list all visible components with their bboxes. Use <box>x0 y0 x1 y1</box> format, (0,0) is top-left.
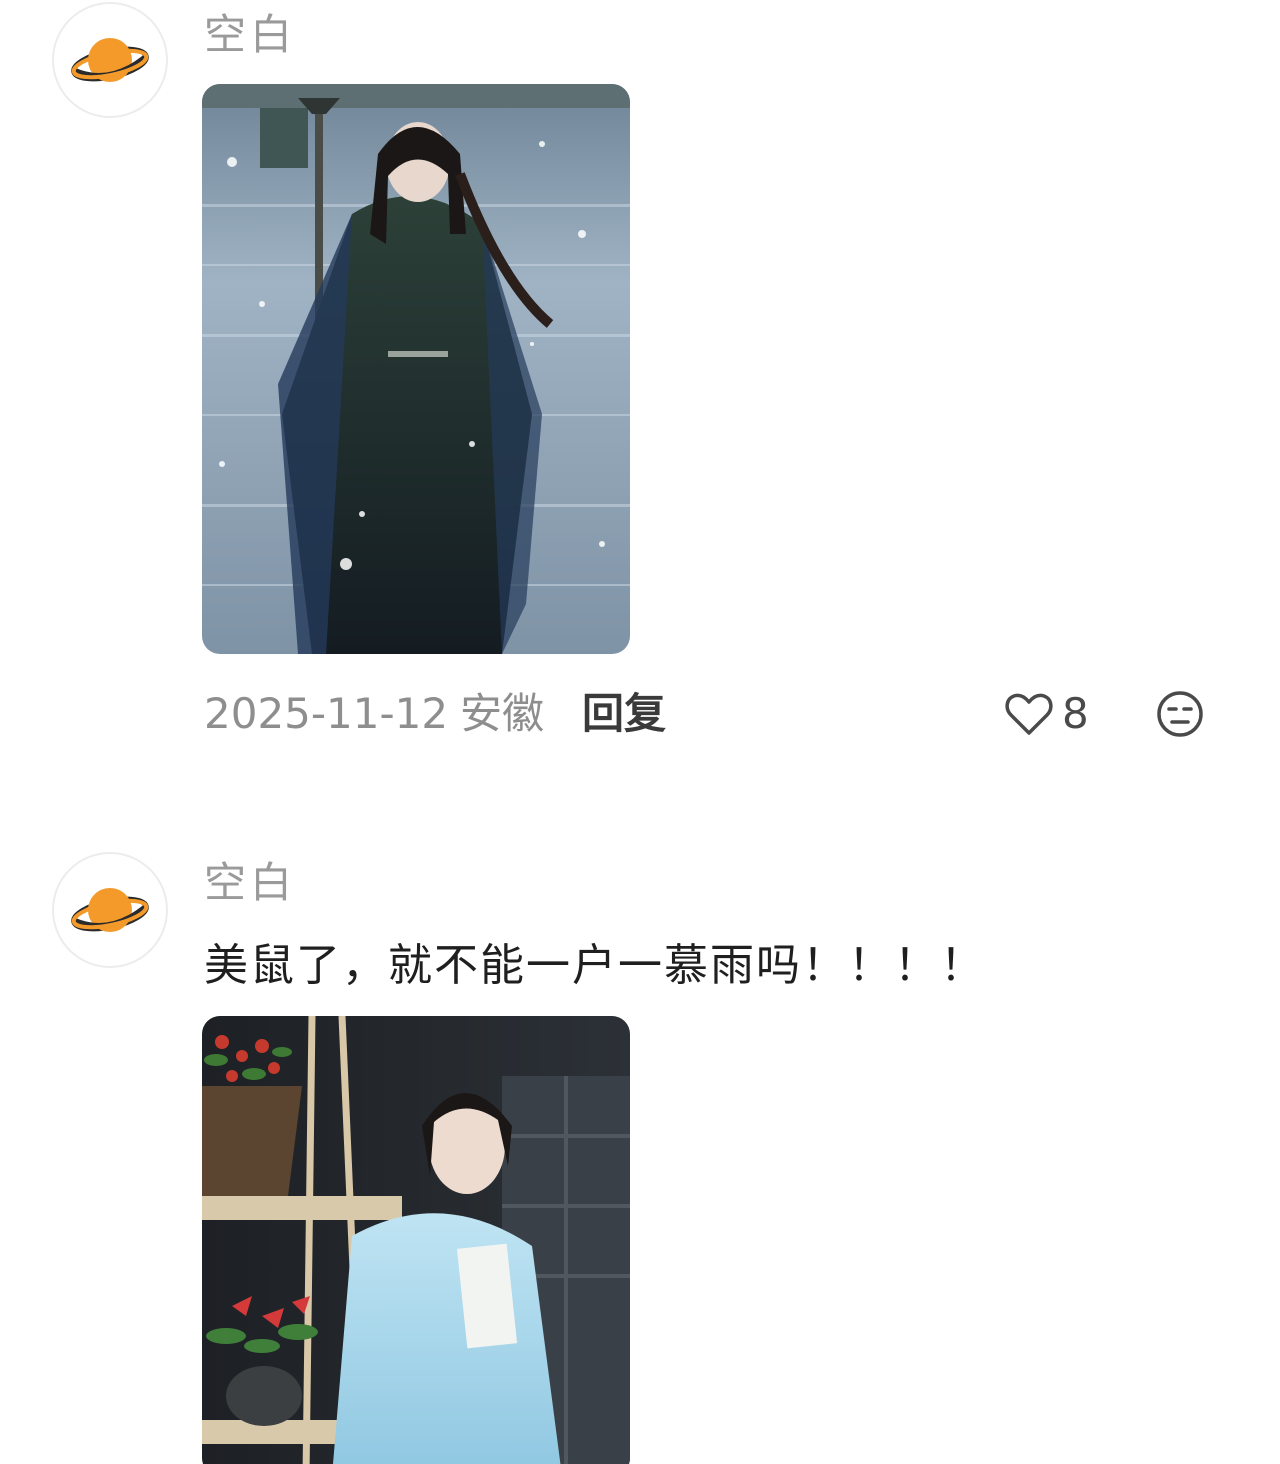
comment-item: 空白 美鼠了，就不能一户一慕雨吗！！！！ <box>0 850 1280 1464</box>
planet-icon <box>71 888 149 932</box>
comment-region: 安徽 <box>460 689 545 738</box>
planet-icon <box>71 38 149 82</box>
comment-meta: 2025-11-12 安徽 回复 8 <box>204 686 1214 742</box>
comment-item: 空白 2025-11-12 安徽 回复 8 <box>0 0 1280 780</box>
avatar[interactable] <box>52 852 168 968</box>
like-count: 8 <box>1062 689 1089 738</box>
avatar[interactable] <box>52 2 168 118</box>
like-button[interactable]: 8 <box>1004 686 1089 742</box>
comment-date: 2025-11-12 <box>204 689 449 738</box>
photo-attachment[interactable] <box>202 1016 630 1464</box>
meh-face-icon[interactable] <box>1156 690 1204 738</box>
photo-attachment[interactable] <box>202 84 630 654</box>
heart-outline-icon <box>1005 693 1053 735</box>
comment-feed: 空白 2025-11-12 安徽 回复 8 空白 美鼠了，就不能一户一慕雨吗！！… <box>0 0 1280 1464</box>
username[interactable]: 空白 <box>204 858 296 908</box>
username[interactable]: 空白 <box>204 10 296 60</box>
comment-text: 美鼠了，就不能一户一慕雨吗！！！！ <box>204 940 986 991</box>
reply-button[interactable]: 回复 <box>582 686 666 742</box>
